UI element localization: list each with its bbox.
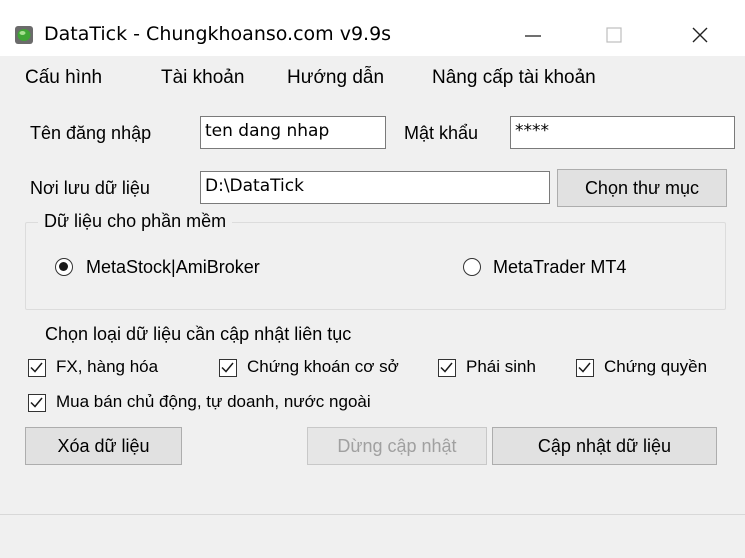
checkbox-warrants[interactable] — [576, 359, 594, 377]
checkbox-derivatives[interactable] — [438, 359, 456, 377]
password-field[interactable]: **** — [510, 116, 735, 149]
checkbox-warrants-label[interactable]: Chứng quyền — [604, 357, 707, 377]
password-label: Mật khẩu — [404, 123, 479, 143]
update-data-button[interactable]: Cập nhật dữ liệu — [492, 427, 717, 465]
menu-bar: Cấu hình Tài khoản Hướng dẫn Nâng cấp tà… — [0, 56, 745, 100]
client-area: Tên đăng nhập ten dang nhap Mật khẩu ***… — [0, 100, 745, 557]
menu-item-account[interactable]: Tài khoản — [161, 67, 244, 89]
software-group-title: Dữ liệu cho phần mềm — [38, 211, 233, 232]
minimize-icon — [525, 35, 541, 37]
checkmark-icon — [440, 362, 453, 373]
radio-metastock-label[interactable]: MetaStock|AmiBroker — [86, 257, 260, 278]
data-types-heading: Chọn loại dữ liệu cần cập nhật liên tục — [45, 324, 352, 344]
radio-metastock[interactable] — [55, 258, 73, 276]
checkbox-active-trading[interactable] — [28, 394, 46, 412]
storage-label: Nơi lưu dữ liệu — [30, 178, 150, 198]
menu-item-config[interactable]: Cấu hình — [25, 67, 102, 89]
radio-metatrader-label[interactable]: MetaTrader MT4 — [493, 257, 626, 278]
status-bar — [0, 514, 745, 558]
checkmark-icon — [221, 362, 234, 373]
checkmark-icon — [578, 362, 591, 373]
maximize-icon — [606, 27, 622, 43]
username-label: Tên đăng nhập — [30, 123, 152, 143]
checkbox-stocks-label[interactable]: Chứng khoán cơ sở — [247, 357, 399, 377]
window-title: DataTick - Chungkhoanso.com v9.9s — [44, 23, 392, 45]
choose-folder-button[interactable]: Chọn thư mục — [557, 169, 727, 207]
checkmark-icon — [30, 397, 43, 408]
close-button[interactable] — [670, 14, 730, 56]
stop-update-button: Dừng cập nhật — [307, 427, 487, 465]
menu-item-help[interactable]: Hướng dẫn — [287, 67, 384, 89]
username-field[interactable]: ten dang nhap — [200, 116, 386, 149]
checkbox-derivatives-label[interactable]: Phái sinh — [466, 357, 536, 377]
checkbox-stocks[interactable] — [219, 359, 237, 377]
menu-item-upgrade[interactable]: Nâng cấp tài khoản — [432, 67, 596, 89]
delete-data-button[interactable]: Xóa dữ liệu — [25, 427, 182, 465]
checkmark-icon — [30, 362, 43, 373]
app-window: DataTick - Chungkhoanso.com v9.9s Cấu hì… — [0, 14, 745, 558]
storage-path-field[interactable]: D:\DataTick — [200, 171, 550, 204]
checkbox-active-trading-label[interactable]: Mua bán chủ động, tự doanh, nước ngoài — [56, 392, 371, 412]
minimize-button[interactable] — [503, 14, 563, 56]
app-icon — [15, 26, 33, 44]
checkbox-fx-label[interactable]: FX, hàng hóa — [56, 357, 158, 377]
maximize-button[interactable] — [584, 14, 644, 56]
title-bar[interactable]: DataTick - Chungkhoanso.com v9.9s — [0, 14, 745, 56]
close-icon — [692, 27, 708, 43]
radio-metatrader[interactable] — [463, 258, 481, 276]
checkbox-fx[interactable] — [28, 359, 46, 377]
